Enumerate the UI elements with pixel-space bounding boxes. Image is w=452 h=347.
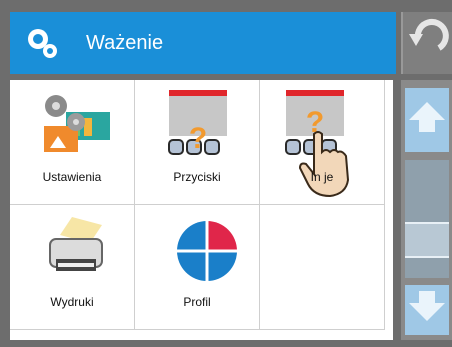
svg-text:?: ? <box>189 122 207 155</box>
tile-info[interactable]: ? In je <box>260 80 385 205</box>
header-bar: Ważenie <box>10 12 396 74</box>
tile-printouts[interactable]: Wydruki <box>10 205 135 330</box>
scroll-down-button[interactable] <box>405 285 449 335</box>
tile-keys[interactable]: ? Przyciski <box>135 80 260 205</box>
tile-label: Wydruki <box>50 295 94 309</box>
tile-label: Ustawienia <box>42 170 102 184</box>
tile-label: Profil <box>183 295 211 309</box>
keys-help-icon: ? <box>168 90 227 155</box>
tile-settings[interactable]: Ustawienia <box>10 80 135 205</box>
empty-tile <box>260 205 385 330</box>
arrow-up-icon <box>409 102 445 132</box>
tile-label: Przyciski <box>173 170 221 184</box>
screen: Ważenie Ustawienia ? Przyciski ? In je W… <box>0 0 452 347</box>
scroll-up-button[interactable] <box>405 88 449 152</box>
settings-gears-icon <box>28 29 57 58</box>
arrow-down-icon <box>409 291 445 321</box>
menu-grid: Ustawienia ? Przyciski ? In je Wydruki P… <box>10 80 393 340</box>
scrollbar[interactable] <box>401 80 452 340</box>
tile-label: In je <box>310 170 334 184</box>
undo-arrow-icon <box>409 18 449 51</box>
settings-icon <box>44 95 110 152</box>
page-title: Ważenie <box>86 32 164 54</box>
scroll-thumb[interactable] <box>405 222 449 258</box>
scroll-track[interactable] <box>405 160 449 278</box>
back-button[interactable] <box>401 12 452 74</box>
profile-pie-icon <box>177 221 237 281</box>
tile-profile[interactable]: Profil <box>135 205 260 330</box>
printer-icon <box>49 217 103 271</box>
